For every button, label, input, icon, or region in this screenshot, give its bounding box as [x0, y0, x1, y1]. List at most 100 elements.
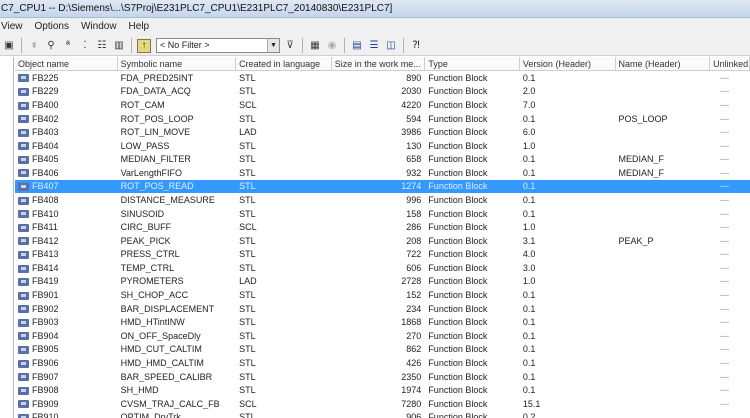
table-row[interactable]: FB405 MEDIAN_FILTER STL 658 Function Block 0.…: [15, 152, 750, 166]
cell: ON_OFF_SpaceDly: [120, 330, 201, 341]
tile-horizontal-icon[interactable]: ☰: [367, 39, 381, 53]
cell: 2.0: [522, 86, 536, 97]
small-icons-icon[interactable]: ⁚: [78, 39, 92, 53]
table-row[interactable]: FB412 PEAK_PICK STL 208 Function Block 3.1 PEA…: [15, 234, 750, 248]
details-icon[interactable]: ⚲: [44, 39, 58, 53]
cell: STL: [239, 154, 256, 165]
cell: FB419: [15, 276, 118, 286]
function-block-icon: [18, 386, 29, 395]
table-row[interactable]: FB404 LOW_PASS STL 130 Function Block 1.0 ---: [15, 139, 750, 153]
large-icons-icon[interactable]: ª: [61, 39, 75, 53]
table-row[interactable]: FB408 DISTANCE_MEASURE STL 996 Function Bloc…: [15, 193, 750, 207]
table-row[interactable]: FB403 ROT_LIN_MOVE LAD 3986 Function Block 6.…: [15, 125, 750, 139]
help-icon[interactable]: ⁈: [409, 39, 423, 53]
cell: STL: [239, 113, 256, 124]
cell: 15.1: [522, 398, 541, 409]
table-row[interactable]: FB402 ROT_POS_LOOP STL 594 Function Block 0.1…: [15, 112, 750, 126]
object-name: FB907: [32, 371, 59, 382]
cell: 0.1: [522, 330, 536, 341]
cell: HMD_HTintINW: [120, 317, 185, 328]
cell: 0.1: [522, 154, 536, 165]
cell: STL: [239, 140, 256, 151]
menu-window[interactable]: Window: [81, 21, 117, 36]
cell: Function Block: [428, 127, 488, 138]
cell: FB904: [15, 331, 118, 341]
cascade-icon[interactable]: ▤: [350, 39, 364, 53]
object-name: FB408: [32, 194, 59, 205]
up-folder-icon[interactable]: ↑: [137, 38, 151, 53]
column-header[interactable]: Version (Header): [520, 57, 616, 70]
menu-view[interactable]: View: [1, 21, 23, 36]
cell: 4220: [401, 99, 422, 110]
table-row[interactable]: FB904 ON_OFF_SpaceDly STL 270 Function Block…: [15, 329, 750, 343]
chevron-down-icon[interactable]: ▼: [267, 39, 279, 52]
function-block-icon: [18, 332, 29, 341]
function-block-icon: [18, 237, 29, 246]
table-row[interactable]: FB905 HMD_CUT_CALTIM STL 862 Function Block 0…: [15, 343, 750, 357]
cell: 0.1: [522, 181, 536, 192]
table-row[interactable]: FB902 BAR_DISPLACEMENT STL 234 Function Bloc…: [15, 302, 750, 316]
table-row[interactable]: FB901 SH_CHOP_ACC STL 152 Function Block 0.1 -…: [15, 288, 750, 302]
cell: ---: [720, 181, 730, 192]
table-row[interactable]: FB229 FDA_DATA_ACQ STL 2030 Function Block 2.…: [15, 85, 750, 99]
cell: FB412: [15, 236, 118, 246]
network-icon[interactable]: ▣: [2, 39, 16, 53]
columns-icon[interactable]: ☷: [95, 39, 109, 53]
table-row[interactable]: FB906 HMD_HMD_CALTIM STL 426 Function Block 0…: [15, 356, 750, 370]
menu-options[interactable]: Options: [35, 21, 69, 36]
cell: 658: [406, 154, 422, 165]
column-header[interactable]: Unlinked: [710, 57, 750, 70]
column-header[interactable]: Type: [425, 57, 520, 70]
table-row[interactable]: FB908 SH_HMD STL 1974 Function Block 0.1 ---: [15, 383, 750, 397]
table-row[interactable]: FB411 CIRC_BUFF SCL 286 Function Block 1.0 ---: [15, 220, 750, 234]
cell: FB413: [15, 249, 118, 259]
up-folder-icon[interactable]: ▥: [112, 39, 126, 53]
cell: 3986: [401, 127, 422, 138]
cell: FB400: [15, 100, 118, 110]
object-name: FB225: [32, 72, 59, 83]
table-row[interactable]: FB909 CVSM_TRAJ_CALC_FB SCL 7280 Function Bl…: [15, 397, 750, 411]
cell: Function Block: [428, 262, 488, 273]
table-row[interactable]: FB413 PRESS_CTRL STL 722 Function Block 4.0 --…: [15, 248, 750, 262]
filter-select[interactable]: < No Filter > ▼: [156, 38, 280, 53]
simulation-icon[interactable]: ▦: [308, 39, 322, 53]
cell: ---: [720, 249, 730, 260]
table-row[interactable]: FB910 OPTIM_DrvTrk STL 906 Function Block 0.2: [15, 410, 750, 418]
cell: FDA_DATA_ACQ: [120, 86, 191, 97]
cell: STL: [239, 371, 256, 382]
cell: ---: [720, 330, 730, 341]
cell: 0.1: [522, 344, 536, 355]
table-row[interactable]: FB414 TEMP_CTRL STL 606 Function Block 3.0 ---: [15, 261, 750, 275]
table-row[interactable]: FB407 ROT_POS_READ STL 1274 Function Block 0.…: [15, 179, 750, 194]
cell: Function Block: [428, 344, 488, 355]
cell: FB407: [15, 181, 118, 192]
table-row[interactable]: FB225 FDA_PRED25INT STL 890 Function Block 0.…: [15, 71, 750, 85]
column-header[interactable]: Size in the work me...: [332, 57, 426, 70]
object-name: FB414: [32, 262, 59, 273]
function-block-icon: [18, 223, 29, 232]
column-header[interactable]: Object name: [15, 57, 118, 70]
menu-help[interactable]: Help: [129, 21, 150, 36]
cell: Function Block: [428, 398, 488, 409]
object-name: FB400: [32, 99, 59, 110]
column-header[interactable]: Created in language: [236, 57, 332, 70]
cell: 2030: [401, 86, 422, 97]
object-name: FB410: [32, 208, 59, 219]
table-row[interactable]: FB907 BAR_SPEED_CALIBR STL 2350 Function Blo…: [15, 370, 750, 384]
list-icon[interactable]: ♀: [27, 39, 41, 53]
function-block-icon: [18, 413, 29, 418]
tree-pane[interactable]: [0, 57, 14, 418]
cell: Function Block: [428, 317, 488, 328]
filter-icon[interactable]: ⊽: [283, 39, 297, 53]
column-header[interactable]: Symbolic name: [118, 57, 237, 70]
table-row[interactable]: FB400 ROT_CAM SCL 4220 Function Block 7.0 ---: [15, 98, 750, 112]
online-icon[interactable]: ◉: [325, 39, 339, 53]
cell: 1.0: [522, 276, 536, 287]
table-row[interactable]: FB406 VarLengthFIFO STL 932 Function Block 0.…: [15, 166, 750, 180]
table-row[interactable]: FB419 PYROMETERS LAD 2728 Function Block 1.0 -…: [15, 275, 750, 289]
tile-vertical-icon[interactable]: ◫: [384, 39, 398, 53]
table-row[interactable]: FB410 SINUSOID STL 158 Function Block 0.1 ---: [15, 207, 750, 221]
table-row[interactable]: FB903 HMD_HTintINW STL 1868 Function Block 0.…: [15, 315, 750, 329]
column-header[interactable]: Name (Header): [616, 57, 711, 70]
cell: 234: [406, 303, 422, 314]
